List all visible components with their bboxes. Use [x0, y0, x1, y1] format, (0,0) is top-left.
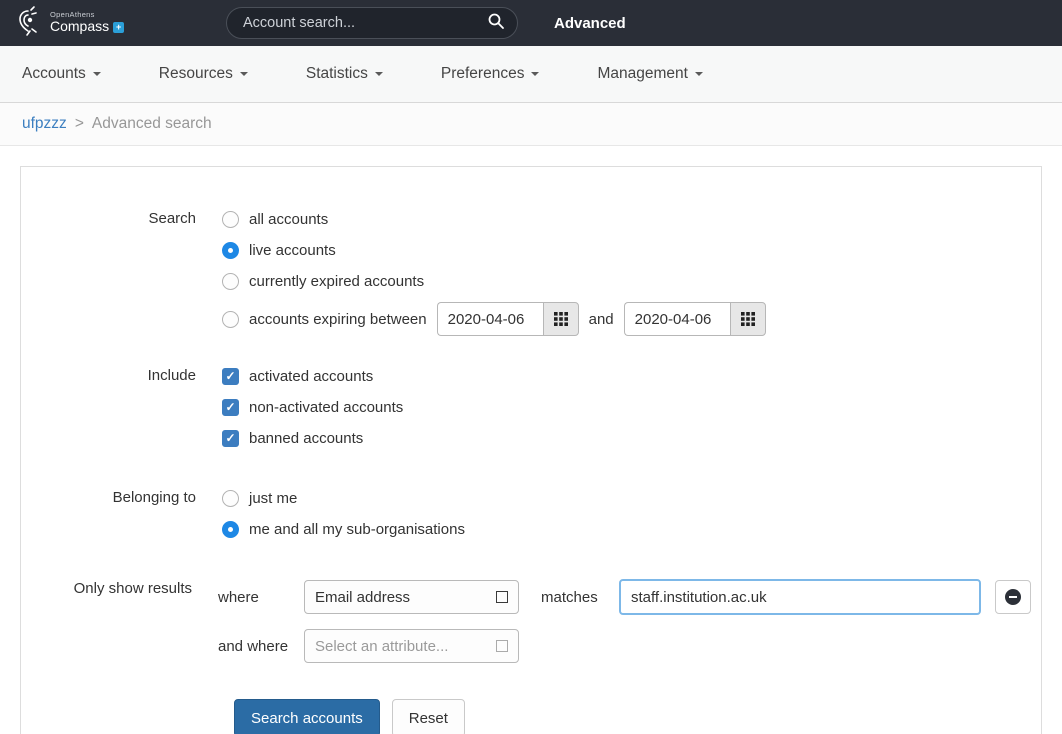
radio-all-accounts[interactable]: all accounts — [222, 209, 766, 229]
search-accounts-button[interactable]: Search accounts — [234, 699, 380, 734]
select-square-icon — [496, 640, 508, 652]
reset-button[interactable]: Reset — [392, 699, 465, 734]
minus-circle-icon — [1005, 589, 1021, 605]
radio-just-me[interactable]: just me — [222, 488, 465, 508]
where-label: where — [218, 589, 304, 606]
breadcrumb: ufpzzz > Advanced search — [0, 103, 1062, 146]
date-from-input[interactable] — [437, 302, 543, 336]
form-actions: Search accounts Reset — [41, 699, 1041, 734]
nav-accounts[interactable]: Accounts — [22, 65, 101, 83]
radio-icon — [222, 311, 239, 328]
checkbox-checked-icon — [222, 368, 239, 385]
radio-icon — [222, 273, 239, 290]
matches-label: matches — [519, 589, 619, 606]
chevron-down-icon — [531, 72, 539, 76]
breadcrumb-separator: > — [75, 115, 84, 133]
nav-resources[interactable]: Resources — [159, 65, 248, 83]
radio-live-accounts[interactable]: live accounts — [222, 240, 766, 260]
attribute-select[interactable]: Email address — [304, 580, 519, 614]
radio-icon — [222, 211, 239, 228]
radio-currently-expired-accounts[interactable]: currently expired accounts — [222, 271, 766, 291]
and-where-label: and where — [218, 638, 304, 655]
filters-section: Only show results where Email address ma… — [41, 579, 1041, 663]
breadcrumb-current-page: Advanced search — [92, 115, 212, 133]
plus-badge-icon: + — [113, 22, 124, 33]
checkbox-checked-icon — [222, 399, 239, 416]
nav-statistics[interactable]: Statistics — [306, 65, 383, 83]
date-from-group — [437, 302, 579, 336]
filters-section-label: Only show results — [41, 579, 192, 663]
chevron-down-icon — [695, 72, 703, 76]
brand-text: OpenAthens Compass + — [50, 11, 124, 35]
nav-preferences[interactable]: Preferences — [441, 65, 540, 83]
radio-me-and-sub-organisations[interactable]: me and all my sub-organisations — [222, 519, 465, 539]
date-to-group — [624, 302, 766, 336]
checkbox-non-activated-accounts[interactable]: non-activated accounts — [222, 397, 403, 417]
checkbox-checked-icon — [222, 430, 239, 447]
date-from-calendar-button[interactable] — [543, 302, 579, 336]
topbar: OpenAthens Compass + Advanced — [0, 0, 1062, 46]
date-to-input[interactable] — [624, 302, 730, 336]
account-search[interactable] — [226, 7, 518, 39]
checkbox-banned-accounts[interactable]: banned accounts — [222, 428, 403, 448]
brand-main-label: Compass — [50, 19, 109, 34]
radio-selected-icon — [222, 242, 239, 259]
chevron-down-icon — [240, 72, 248, 76]
calendar-icon — [741, 312, 755, 326]
brand-logo[interactable]: OpenAthens Compass + — [14, 5, 226, 41]
main-nav: Accounts Resources Statistics Preference… — [0, 46, 1062, 103]
calendar-icon — [554, 312, 568, 326]
radio-icon — [222, 490, 239, 507]
select-square-icon — [496, 591, 508, 603]
radio-selected-icon — [222, 521, 239, 538]
search-section-label: Search — [41, 209, 196, 336]
between-and-label: and — [589, 311, 614, 328]
advanced-link[interactable]: Advanced — [554, 15, 626, 32]
search-section: Search all accounts live accounts curren… — [41, 209, 1041, 336]
remove-filter-button[interactable] — [995, 580, 1031, 614]
chevron-down-icon — [93, 72, 101, 76]
search-icon[interactable] — [487, 12, 505, 34]
match-value-input[interactable] — [619, 579, 981, 615]
checkbox-activated-accounts[interactable]: activated accounts — [222, 366, 403, 386]
belonging-section: Belonging to just me me and all my sub-o… — [41, 488, 1041, 539]
expiring-between-row: accounts expiring between — [222, 302, 766, 336]
include-section-label: Include — [41, 366, 196, 448]
chevron-down-icon — [375, 72, 383, 76]
belonging-section-label: Belonging to — [41, 488, 196, 539]
date-to-calendar-button[interactable] — [730, 302, 766, 336]
advanced-search-panel: Search all accounts live accounts curren… — [20, 166, 1042, 734]
account-search-input[interactable] — [243, 15, 487, 31]
breadcrumb-org-link[interactable]: ufpzzz — [22, 115, 67, 133]
attribute-select-empty[interactable]: Select an attribute... — [304, 629, 519, 663]
include-section: Include activated accounts non-activated… — [41, 366, 1041, 448]
radio-accounts-expiring-between[interactable]: accounts expiring between — [222, 309, 427, 329]
openathens-logo-icon — [14, 5, 42, 41]
nav-management[interactable]: Management — [597, 65, 702, 83]
